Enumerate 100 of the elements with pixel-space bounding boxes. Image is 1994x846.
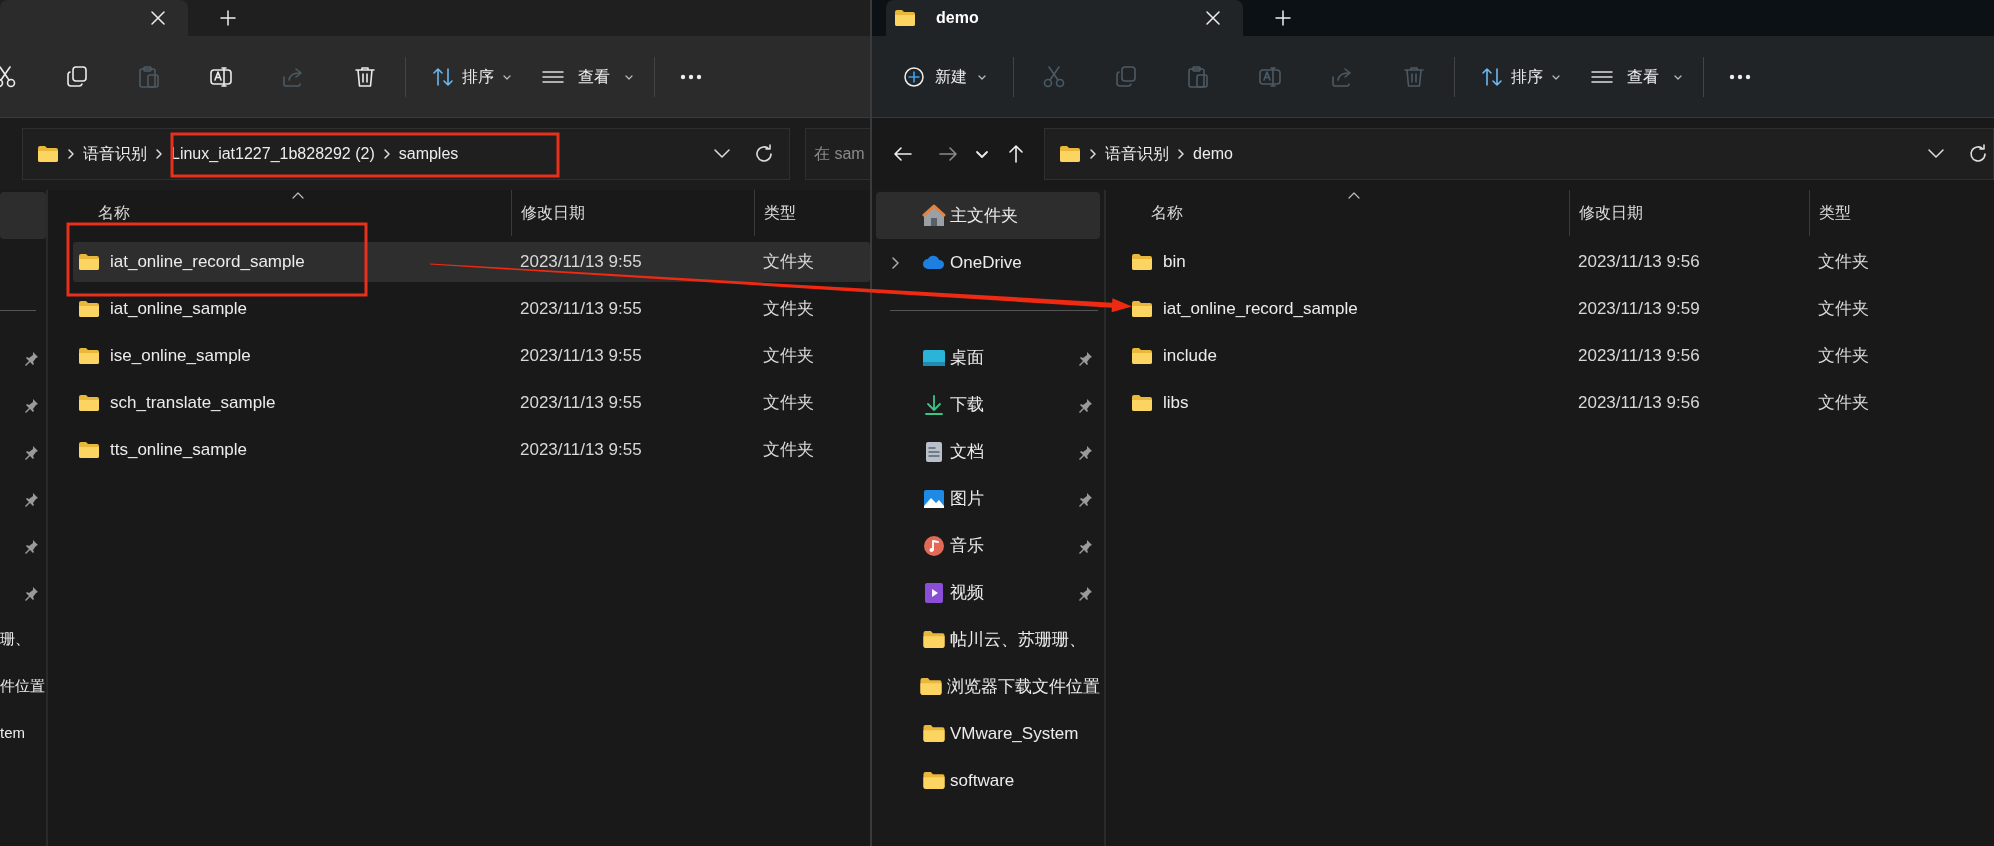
chevron-right-icon (67, 148, 75, 160)
new-button[interactable]: 新建 (893, 54, 995, 99)
breadcrumb[interactable]: samples (398, 142, 459, 166)
address-bar[interactable]: 语音识别 Linux_iat1227_1b828292 (2) samples (22, 128, 790, 180)
sidebar-item[interactable]: 视频 (876, 569, 1100, 616)
scissors-icon (0, 64, 17, 89)
sidebar-item[interactable]: 主文件夹 (876, 192, 1100, 239)
clipboard-icon (137, 64, 161, 89)
modified-date: 2023/11/13 9:59 (1578, 299, 1700, 319)
file-name[interactable]: tts_online_sample (110, 437, 248, 463)
pin-icon (1078, 443, 1094, 460)
pin-icon (24, 443, 40, 460)
folder-icon (78, 300, 100, 318)
refresh-icon (1968, 144, 1988, 164)
file-type: 文件夹 (1818, 346, 1869, 366)
folder-icon (78, 441, 100, 459)
chevron-down-icon (1927, 148, 1945, 160)
file-type: 文件夹 (763, 346, 814, 366)
column-header[interactable]: 类型 (754, 190, 870, 236)
column-header[interactable]: 名称 (73, 190, 511, 236)
trash-icon (1402, 64, 1426, 89)
column-header[interactable]: 名称 (1126, 190, 1569, 236)
sidebar-item[interactable]: 文档 (876, 428, 1100, 475)
arrow-right-icon (938, 144, 958, 164)
modified-date: 2023/11/13 9:56 (1578, 346, 1700, 366)
column-header[interactable]: 修改日期 (511, 190, 754, 236)
sidebar-item[interactable]: VMware_System (876, 710, 1100, 757)
pin-icon (24, 396, 40, 413)
sidebar-item[interactable]: 件位置 (0, 663, 46, 710)
file-name[interactable]: ise_online_sample (110, 343, 251, 369)
pin-icon (1078, 584, 1094, 601)
file-row[interactable]: iat_online_record_sample 2023/11/13 9:55 文件夹 (73, 242, 870, 282)
copy-icon (1114, 64, 1138, 89)
pin-icon (1078, 537, 1094, 554)
scissors-icon (1042, 64, 1066, 89)
sidebar-item[interactable]: OneDrive (876, 239, 1100, 286)
folder-icon (78, 253, 100, 271)
chevron-down-icon (713, 148, 731, 160)
folder-icon (78, 347, 100, 365)
file-name[interactable]: sch_translate_sample (110, 390, 276, 416)
file-name[interactable]: iat_online_record_sample (110, 249, 305, 275)
music-icon (922, 533, 946, 558)
sidebar-item[interactable]: 下载 (876, 381, 1100, 428)
chevron-down-icon (975, 148, 990, 160)
view-button[interactable]: 查看 (534, 54, 642, 99)
pin-icon (24, 537, 40, 554)
file-name[interactable]: iat_online_sample (110, 296, 248, 322)
folder-icon (922, 771, 946, 790)
breadcrumb[interactable]: demo (1193, 142, 1233, 166)
chevron-right-icon (890, 256, 902, 269)
modified-date: 2023/11/13 9:56 (1578, 393, 1700, 413)
column-header[interactable]: 修改日期 (1569, 190, 1809, 236)
sidebar-item[interactable]: 桌面 (876, 334, 1100, 381)
file-type: 文件夹 (1818, 299, 1869, 319)
sort-button[interactable]: 排序 (1473, 54, 1569, 99)
file-name[interactable]: include (1163, 343, 1217, 369)
file-name[interactable]: libs (1163, 390, 1189, 416)
close-icon (1205, 10, 1221, 26)
sidebar-item[interactable]: 浏览器下载文件位置 (876, 663, 1100, 710)
sort-up-icon (1347, 192, 1360, 200)
chevron-right-icon (382, 148, 391, 160)
folder-icon (1131, 347, 1153, 365)
file-name[interactable]: bin (1163, 249, 1186, 275)
pin-icon (24, 349, 40, 366)
plus-icon (1275, 10, 1291, 26)
pin-icon (1078, 349, 1094, 366)
search-field[interactable]: 在 sam (805, 128, 870, 180)
sidebar-item[interactable]: software (876, 757, 1100, 804)
video-icon (922, 580, 946, 605)
download-icon (922, 392, 946, 417)
folder-icon (919, 677, 943, 696)
breadcrumb[interactable]: Linux_iat1227_1b828292 (2) (171, 142, 375, 166)
plus-icon (220, 10, 236, 26)
sidebar-item[interactable]: 音乐 (876, 522, 1100, 569)
modified-date: 2023/11/13 9:55 (520, 346, 642, 366)
view-button[interactable]: 查看 (1583, 54, 1691, 99)
modified-date: 2023/11/13 9:55 (520, 393, 642, 413)
rename-icon (1258, 64, 1282, 89)
sidebar-item[interactable]: 珊、 (0, 616, 46, 663)
pin-icon (24, 584, 40, 601)
file-name[interactable]: iat_online_record_sample (1163, 296, 1358, 322)
breadcrumb[interactable]: 语音识别 (1105, 142, 1169, 166)
arrow-left-icon (892, 144, 913, 164)
tab[interactable]: demo (886, 0, 1243, 36)
sort-button[interactable]: 排序 (424, 54, 520, 99)
sidebar-item[interactable]: 帖川云、苏珊珊、 (876, 616, 1100, 663)
file-type: 文件夹 (763, 440, 814, 460)
folder-icon (1131, 394, 1153, 412)
column-header[interactable]: 类型 (1809, 190, 1994, 236)
address-bar[interactable]: 语音识别 demo (1044, 128, 1994, 180)
sidebar-item[interactable]: tem (0, 710, 46, 757)
pin-icon (1078, 490, 1094, 507)
sort-up-icon (292, 192, 304, 200)
folder-icon (37, 145, 59, 163)
tab-title: demo (936, 8, 979, 28)
breadcrumb[interactable]: 语音识别 (83, 142, 147, 166)
file-type: 文件夹 (1818, 252, 1869, 272)
sidebar-item[interactable]: 图片 (876, 475, 1100, 522)
file-type: 文件夹 (763, 393, 814, 413)
home-icon (922, 203, 946, 228)
